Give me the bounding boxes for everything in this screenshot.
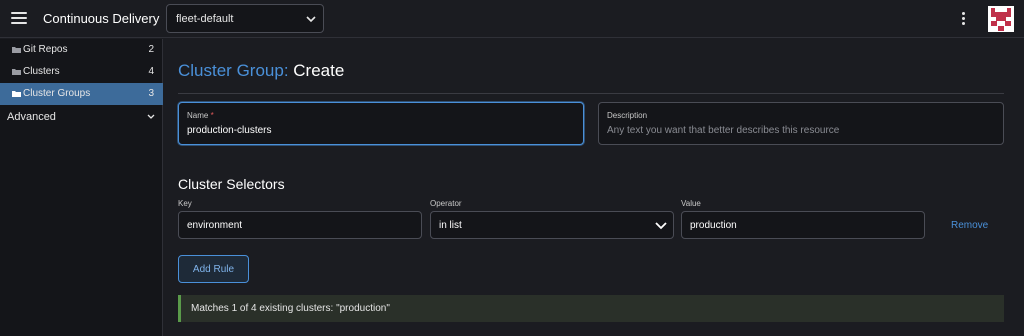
chevron-down-icon [147,114,155,119]
top-header: Continuous Delivery fleet-default [0,0,1024,38]
app-title: Continuous Delivery [43,11,160,26]
selector-operator-select[interactable]: in list [430,211,674,239]
description-field-placeholder: Any text you want that better describes … [607,125,840,136]
chevron-down-icon [306,16,316,23]
chevron-down-icon [655,222,667,230]
name-field-label: Name * [187,111,214,120]
selector-value-input[interactable]: production [681,211,925,239]
user-avatar[interactable] [988,6,1014,32]
key-column-label: Key [178,199,192,208]
sidebar-item-git-repos[interactable]: Git Repos 2 [0,39,163,61]
sidebar-group-advanced[interactable]: Advanced [0,106,163,128]
section-title-cluster-selectors: Cluster Selectors [178,176,285,192]
workspace-select[interactable]: fleet-default [166,4,324,33]
selector-key-value: environment [187,220,243,231]
name-field[interactable]: Name * production-clusters [178,102,584,145]
page-title-resource[interactable]: Cluster Group: [178,61,289,80]
add-rule-label: Add Rule [192,264,235,275]
sidebar-item-clusters[interactable]: Clusters 4 [0,61,163,83]
sidebar-group-label: Advanced [7,111,56,123]
selector-value-value: production [690,220,737,231]
sidebar-item-count: 2 [148,44,154,55]
description-field[interactable]: Description Any text you want that bette… [598,102,1004,145]
hamburger-menu-icon[interactable] [11,12,27,26]
description-field-label: Description [607,111,648,120]
sidebar-item-label: Clusters [23,66,60,77]
selector-operator-value: in list [439,220,462,231]
page-title-action: Create [293,61,345,80]
folder-icon [12,69,21,75]
sidebar-item-count: 4 [148,66,154,77]
more-vertical-icon[interactable] [958,12,968,26]
add-rule-button[interactable]: Add Rule [178,255,249,283]
divider [178,93,1004,94]
folder-icon [12,47,21,53]
folder-open-icon [12,91,21,97]
sidebar: Git Repos 2 Clusters 4 Cluster Groups 3 … [0,39,163,336]
sidebar-item-count: 3 [148,88,154,99]
name-field-value: production-clusters [187,125,272,136]
page-title: Cluster Group: Create [178,61,344,81]
operator-column-label: Operator [430,199,462,208]
workspace-select-value: fleet-default [176,13,234,25]
main-content: Cluster Group: Create Name * production-… [164,39,1024,336]
sidebar-item-label: Git Repos [23,44,68,55]
selector-key-input[interactable]: environment [178,211,422,239]
match-banner-text: Matches 1 of 4 existing clusters: "produ… [191,303,390,314]
sidebar-item-label: Cluster Groups [23,88,91,99]
remove-rule-button[interactable]: Remove [951,220,988,231]
sidebar-item-cluster-groups[interactable]: Cluster Groups 3 [0,83,163,105]
match-banner: Matches 1 of 4 existing clusters: "produ… [178,295,1004,322]
value-column-label: Value [681,199,701,208]
